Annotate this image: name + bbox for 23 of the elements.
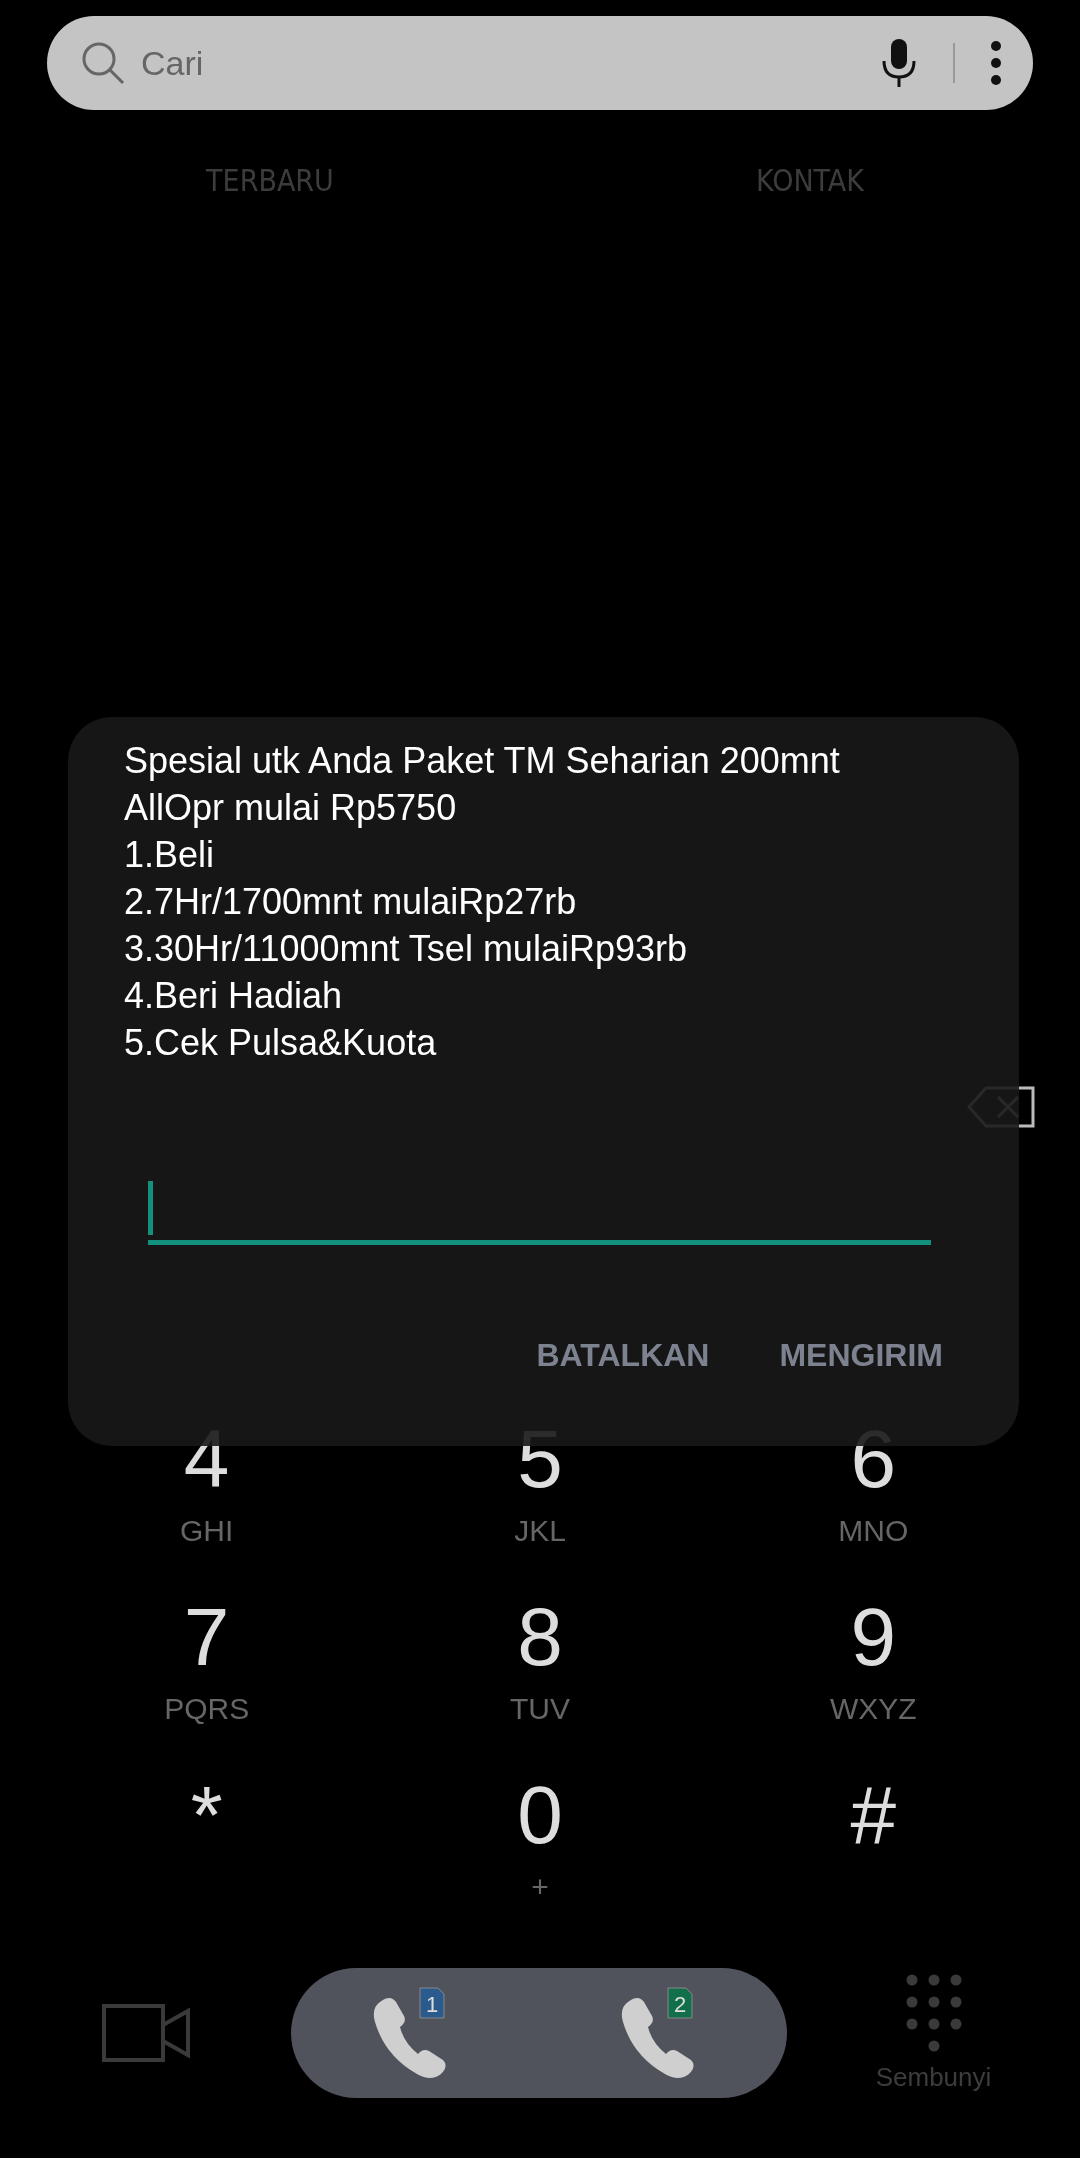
more-icon[interactable] [989,40,1003,86]
hide-label: Sembunyi [875,2061,992,2093]
message-line: 3.30Hr/11000mnt Tsel mulaiRp93rb [124,927,688,971]
reply-field[interactable] [148,1181,931,1245]
dialpad-key[interactable]: 9 WXYZ [706,1574,1040,1752]
message-line: 4.Beri Hadiah [124,974,344,1018]
search-bar[interactable]: Cari [47,16,1033,110]
dialpad-key[interactable]: # [706,1752,1040,1930]
dialpad-key[interactable]: 0 + [373,1752,707,1930]
dialpad-key[interactable]: 6 MNO [706,1396,1040,1574]
dialpad-key[interactable]: 4 GHI [40,1396,374,1574]
message-line: 5.Cek Pulsa&Kuota [124,1021,438,1065]
message-line: 2.7Hr/1700mnt mulaiRp27rb [124,880,578,924]
search-field[interactable]: Cari [139,42,867,84]
dialpad-key[interactable]: 5 JKL [373,1396,707,1574]
message-line: 1.Beli [124,833,216,877]
dialog-button[interactable]: BATALKAN [536,1337,710,1374]
message-line: Spesial utk Anda Paket TM Seharian 200mnt [124,739,841,783]
dialpad-key[interactable]: 7 PQRS [40,1574,374,1752]
dialpad-key[interactable]: * [40,1752,374,1930]
dialog-button[interactable]: MENGIRIM [779,1337,943,1374]
message-line: AllOpr mulai Rp5750 [124,786,458,830]
dialpad-key[interactable]: 8 TUV [373,1574,707,1752]
